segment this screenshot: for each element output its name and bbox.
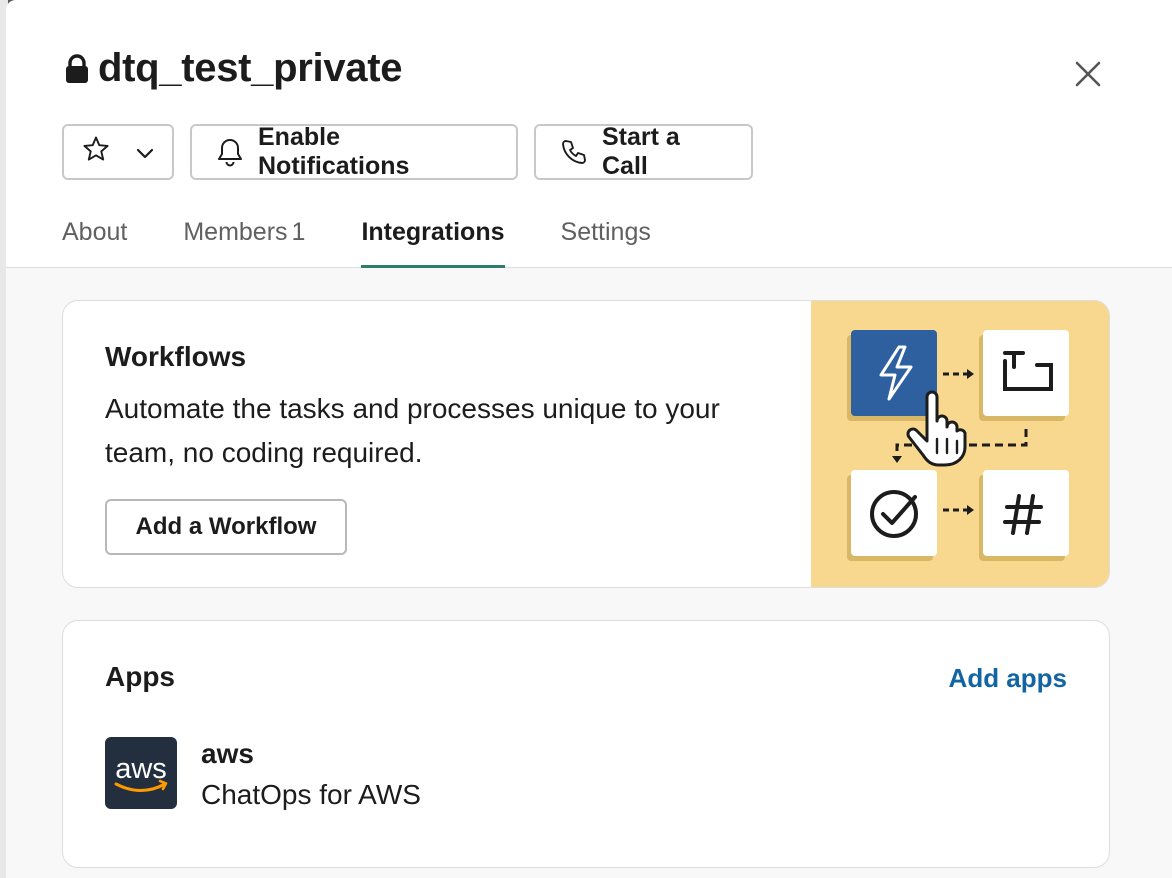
app-info: aws ChatOps for AWS <box>201 737 421 819</box>
tab-settings[interactable]: Settings <box>561 212 651 268</box>
channel-name: dtq_test_private <box>98 46 403 90</box>
add-workflow-button[interactable]: Add a Workflow <box>105 499 347 555</box>
star-channel-button[interactable] <box>62 124 174 180</box>
tab-members[interactable]: Members 1 <box>183 212 305 268</box>
tab-label: About <box>62 218 128 246</box>
workflows-text: Workflows Automate the tasks and process… <box>105 341 785 475</box>
members-count: 1 <box>291 218 306 246</box>
channel-actions: Enable Notifications Start a Call <box>62 123 753 180</box>
lock-icon <box>64 49 90 89</box>
add-apps-link[interactable]: Add apps <box>949 663 1067 694</box>
notifications-label: Enable Notifications <box>258 123 410 180</box>
aws-logo: aws <box>105 737 177 809</box>
tab-label: Members <box>183 218 288 246</box>
tab-integrations[interactable]: Integrations <box>361 212 505 268</box>
channel-title-row: dtq_test_private <box>64 46 402 91</box>
enable-notifications-button[interactable]: Enable Notifications <box>190 123 518 180</box>
start-call-button[interactable]: Start a Call <box>534 123 753 180</box>
star-icon <box>82 135 110 170</box>
phone-icon <box>560 138 588 166</box>
workflow-illustration <box>811 301 1109 587</box>
tab-label: Settings <box>560 218 651 246</box>
tab-label: Integrations <box>361 218 505 246</box>
app-description: ChatOps for AWS <box>201 779 421 810</box>
close-button[interactable] <box>1070 58 1106 94</box>
workflows-card: Workflows Automate the tasks and process… <box>62 300 1110 588</box>
workflows-description: Automate the tasks and processes unique … <box>105 393 720 468</box>
app-item[interactable]: aws aws ChatOps for AWS <box>105 737 421 819</box>
call-label: Start a Call <box>602 123 680 180</box>
modal-header: dtq_test_private Enable Notifications St… <box>6 0 1172 268</box>
channel-details-modal: dtq_test_private Enable Notifications St… <box>6 0 1172 878</box>
bell-icon <box>216 137 244 167</box>
chevron-down-icon <box>136 138 154 167</box>
close-icon <box>1074 60 1102 93</box>
channel-tabs: About Members 1 Integrations Settings <box>62 212 707 268</box>
tab-about[interactable]: About <box>62 212 127 268</box>
workflows-title: Workflows <box>105 341 247 372</box>
apps-title: Apps <box>105 661 175 692</box>
apps-card: Apps Add apps aws aws ChatOps for AWS <box>62 620 1110 868</box>
app-name: aws <box>201 738 254 769</box>
